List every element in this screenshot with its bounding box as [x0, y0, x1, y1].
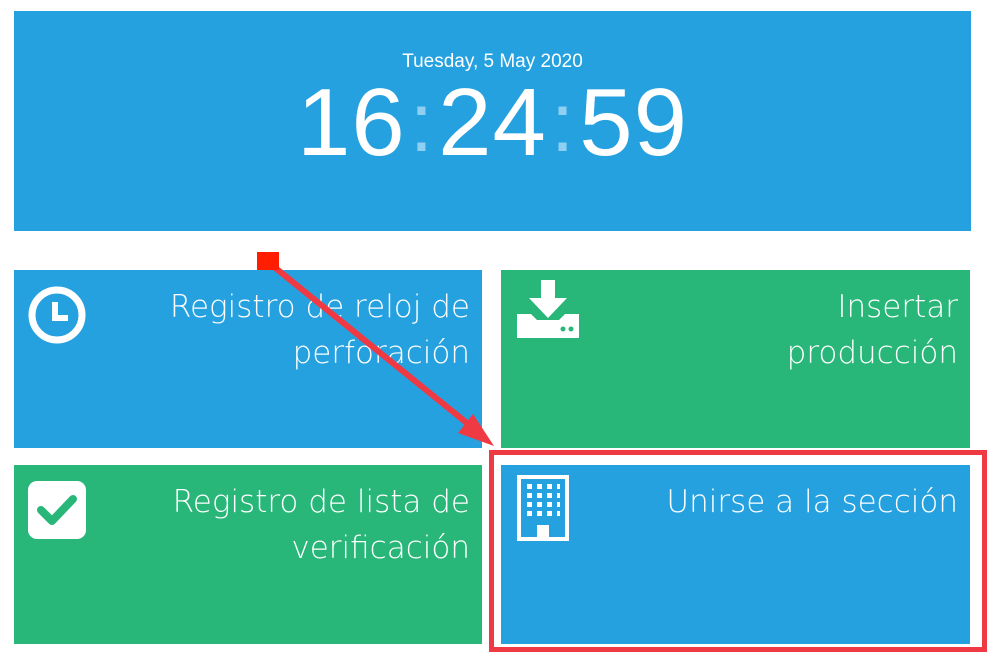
click-marker: [257, 252, 279, 270]
annotation-arrow: [266, 259, 494, 446]
